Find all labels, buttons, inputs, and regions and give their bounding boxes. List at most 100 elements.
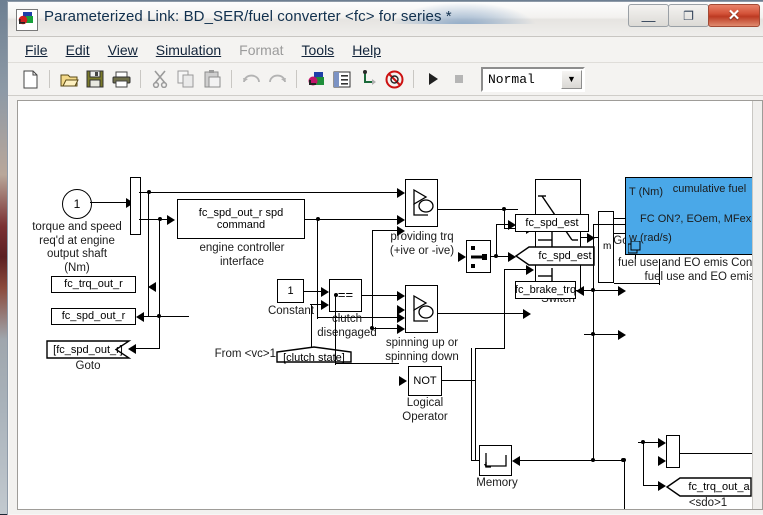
- spinning-subsystem[interactable]: [405, 285, 438, 333]
- save-icon[interactable]: [83, 67, 107, 91]
- inport-1-caption: torque and speed req'd at engine output …: [23, 221, 131, 275]
- menu-view[interactable]: View: [99, 40, 147, 60]
- update-diagram-icon[interactable]: [356, 67, 380, 91]
- wire-to-spd-goto: [159, 316, 189, 317]
- menu-format-label: Format: [239, 42, 283, 58]
- menu-file[interactable]: File: [16, 40, 57, 60]
- simulation-mode-dropdown[interactable]: Normal ▼: [481, 67, 585, 92]
- wire-spd-out-a-down: [624, 460, 625, 510]
- goto-fc-trq-out-a-caption: <sdo>1: [668, 497, 748, 510]
- wire-demux-top: [139, 192, 399, 193]
- goto-fc-brake-trq[interactable]: fc_brake_trq: [515, 281, 576, 299]
- menu-file-label: File: [25, 42, 48, 58]
- toolbar-separator: [140, 70, 141, 88]
- demux-left[interactable]: [130, 177, 141, 235]
- wire-spinning-in3-top: [372, 230, 399, 231]
- menu-tools[interactable]: Tools: [293, 40, 344, 60]
- providing-trq-caption: providing trq (+ive or -ive): [373, 231, 471, 258]
- goto-fc-spd-out-r-tag[interactable]: [fc_spd_out_r]: [46, 340, 130, 359]
- arrow-spd-goto-in: [136, 312, 144, 322]
- goto-fc-trq-out-r[interactable]: fc_trq_out_r: [51, 276, 136, 293]
- arrow-spinning-in3: [397, 324, 405, 334]
- close-icon: ✕: [728, 8, 741, 23]
- bus-selector[interactable]: [466, 240, 491, 273]
- print-icon[interactable]: [109, 67, 133, 91]
- maximize-button[interactable]: ❐: [668, 4, 709, 27]
- switch-block[interactable]: [535, 179, 581, 291]
- simulink-icon: [16, 9, 38, 31]
- paste-icon[interactable]: [200, 67, 224, 91]
- arrow-not-in: [399, 376, 407, 386]
- arrow-providing-trq-in2: [397, 215, 405, 225]
- wire-switch-in2: [504, 269, 528, 270]
- debug-icon[interactable]: [382, 67, 406, 91]
- spinning-caption: spinning up or spinning down: [371, 337, 473, 364]
- logical-operator-text: NOT: [413, 375, 436, 387]
- maximize-icon: ❐: [683, 10, 694, 22]
- new-model-icon[interactable]: [18, 67, 42, 91]
- wire-spd-down: [159, 316, 160, 349]
- menu-edit[interactable]: Edit: [57, 40, 99, 60]
- menu-help[interactable]: Help: [343, 40, 390, 60]
- goto-fc-spd-est-block[interactable]: fc_spd_est: [515, 214, 589, 232]
- copy-icon[interactable]: [174, 67, 198, 91]
- window-title: Parameterized Link: BD_SER/fuel converte…: [44, 8, 452, 25]
- wire-trq-out-a-down: [643, 442, 644, 486]
- arrow-cfg-in1: [618, 286, 626, 296]
- canvas-vertical-scrollbar[interactable]: [752, 101, 762, 509]
- menu-bar: File Edit View Simulation Format Tools H…: [8, 37, 763, 63]
- chevron-down-icon[interactable]: ▼: [561, 70, 582, 89]
- close-button[interactable]: ✕: [708, 4, 760, 27]
- inport-1[interactable]: 1: [62, 189, 92, 219]
- engine-controller-interface[interactable]: fc_spd_out_r spd command: [177, 199, 305, 239]
- goto-label: Goto: [58, 360, 118, 374]
- open-model-icon[interactable]: [57, 67, 81, 91]
- wire-brake-trq: [584, 290, 620, 291]
- model-explorer-icon[interactable]: [330, 67, 354, 91]
- arrow-mux-bottom-in2: [658, 456, 666, 466]
- arrow-providing-trq-in3: [397, 291, 405, 301]
- goto-fc-spd-est-tag[interactable]: fc_spd_est: [515, 246, 595, 266]
- wire-providing-down: [504, 209, 505, 229]
- providing-trq-subsystem[interactable]: [405, 179, 438, 227]
- constant-block[interactable]: 1: [277, 279, 304, 303]
- cut-icon[interactable]: [148, 67, 172, 91]
- arrow-trq-out-a-in: [658, 481, 666, 491]
- minimize-button[interactable]: —: [628, 4, 669, 27]
- wire-from-clutch-up: [311, 304, 312, 348]
- arrow-cfg-in2: [618, 330, 626, 340]
- start-simulation-icon[interactable]: [421, 67, 445, 91]
- wire-eq-out: [362, 295, 398, 296]
- logical-operator-not[interactable]: NOT: [408, 366, 442, 396]
- library-browser-icon[interactable]: [304, 67, 328, 91]
- toolbar: Normal ▼: [8, 63, 763, 96]
- clutch-compare-op: ==: [338, 288, 353, 303]
- arrow-brake-trq-in: [576, 286, 584, 296]
- constant-value: 1: [287, 285, 293, 297]
- wire-inport-demux: [90, 202, 128, 203]
- memory-block[interactable]: [479, 445, 512, 476]
- goto-fc-brake-trq-text: fc_brake_trq: [515, 284, 576, 296]
- arrow-bus-selector-in: [458, 252, 466, 262]
- wire-memory-out: [471, 460, 480, 461]
- wire-demux-bottom-down: [159, 219, 160, 316]
- fuel-use-and-eo-emis-caption: fuel use and EO emis Configurable fuel u…: [618, 256, 763, 285]
- goto-fc-trq-out-a[interactable]: fc_trq_out_a: [666, 477, 752, 497]
- toolbar-separator: [296, 70, 297, 88]
- wire-not-feed: [372, 328, 398, 329]
- arrow-goto-trq-out-r: [148, 282, 156, 292]
- arrow-eq-in2: [321, 300, 329, 310]
- simulink-model-window: Parameterized Link: BD_SER/fuel converte…: [7, 1, 763, 515]
- from-clutch-state[interactable]: [clutch state]: [276, 346, 352, 363]
- goto-fc-spd-out-r[interactable]: fc_spd_out_r: [51, 308, 136, 325]
- cfg-port-in-1: T (Nm): [629, 186, 689, 199]
- engine-controller-interface-caption: engine controller interface: [183, 242, 301, 269]
- wire-spinning-out: [438, 313, 525, 314]
- wire-mux-bottom-out: [680, 453, 762, 454]
- menu-simulation-label: Simulation: [156, 42, 221, 58]
- toolbar-separator: [49, 70, 50, 88]
- model-canvas[interactable]: 1 torque and speed req'd at engine outpu…: [17, 100, 763, 510]
- wire-memory-to-switch: [475, 348, 505, 349]
- mux-bottom-right[interactable]: [666, 435, 680, 468]
- menu-simulation[interactable]: Simulation: [147, 40, 230, 60]
